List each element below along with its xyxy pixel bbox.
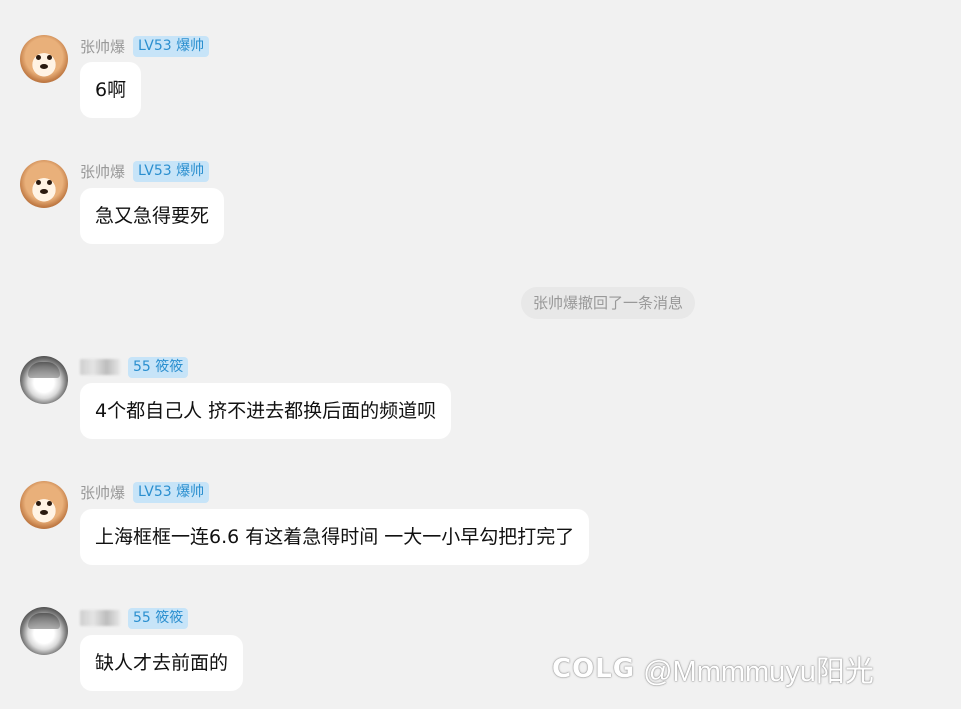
message-bubble[interactable]: 6啊 xyxy=(80,62,142,118)
sender-info: 张帅爆 LV53 爆帅 xyxy=(80,35,210,57)
colg-logo: COLG xyxy=(552,654,636,684)
sender-nickname[interactable]: 张帅爆 xyxy=(80,36,125,57)
sender-nickname[interactable]: 张帅爆 xyxy=(80,482,125,503)
shiba-dog-avatar[interactable] xyxy=(20,35,68,83)
level-badge: LV53 爆帅 xyxy=(133,481,210,503)
level-badge: 55 筱筱 xyxy=(128,607,189,629)
recall-notice: 张帅爆撤回了一条消息 xyxy=(521,287,696,319)
avatar-eye xyxy=(47,501,52,506)
level-badge: LV53 爆帅 xyxy=(133,160,210,182)
anime-girl-avatar[interactable] xyxy=(20,607,68,655)
message-bubble[interactable]: 上海框框一连6.6 有这着急得时间 一大一小早勾把打完了 xyxy=(80,509,590,565)
sender-nickname[interactable]: 张帅爆 xyxy=(80,161,125,182)
avatar-hair xyxy=(28,362,60,378)
avatar-eye xyxy=(47,55,52,60)
sender-nickname-blurred[interactable] xyxy=(80,359,120,375)
shiba-dog-avatar[interactable] xyxy=(20,481,68,529)
avatar-eye xyxy=(36,55,41,60)
anime-girl-avatar[interactable] xyxy=(20,356,68,404)
level-badge: 55 筱筱 xyxy=(128,356,189,378)
avatar-nose xyxy=(40,64,48,69)
avatar-nose xyxy=(40,510,48,515)
message-bubble[interactable]: 急又急得要死 xyxy=(80,188,225,244)
shiba-dog-avatar[interactable] xyxy=(20,160,68,208)
sender-info: 张帅爆 LV53 爆帅 xyxy=(80,481,210,503)
avatar-hair xyxy=(28,613,60,629)
sender-info: 张帅爆 LV53 爆帅 xyxy=(80,160,210,182)
message-bubble[interactable]: 4个都自己人 挤不进去都换后面的频道呗 xyxy=(80,383,452,439)
watermark: COLG @Mmmmuyu阳光 xyxy=(552,647,874,691)
avatar-eye xyxy=(47,180,52,185)
avatar-eye xyxy=(36,501,41,506)
sender-info: 55 筱筱 xyxy=(80,356,189,378)
level-badge: LV53 爆帅 xyxy=(133,35,210,57)
sender-info: 55 筱筱 xyxy=(80,607,189,629)
message-bubble[interactable]: 缺人才去前面的 xyxy=(80,635,244,691)
avatar-nose xyxy=(40,189,48,194)
watermark-handle: @Mmmmuyu阳光 xyxy=(643,656,874,688)
avatar-eye xyxy=(36,180,41,185)
sender-nickname-blurred[interactable] xyxy=(80,610,120,626)
